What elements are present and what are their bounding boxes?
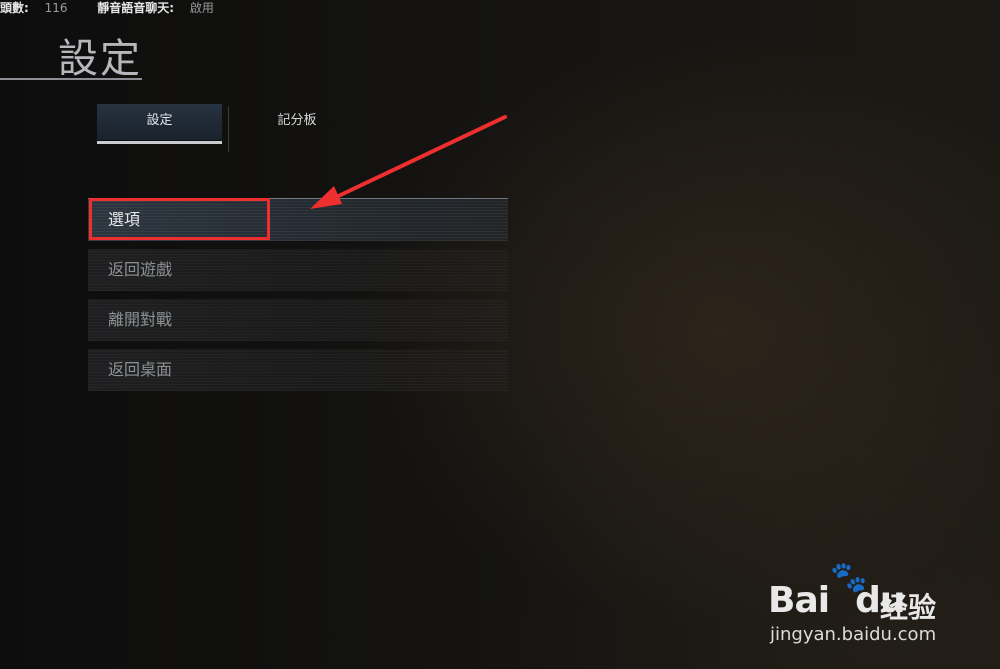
paw-icon: 🐾 <box>830 560 868 595</box>
watermark-cn-text: 经验 <box>880 591 937 624</box>
baidu-watermark: Bai du 🐾 经验 jingyan.baidu.com <box>768 560 958 650</box>
watermark-url: jingyan.baidu.com <box>770 624 937 645</box>
